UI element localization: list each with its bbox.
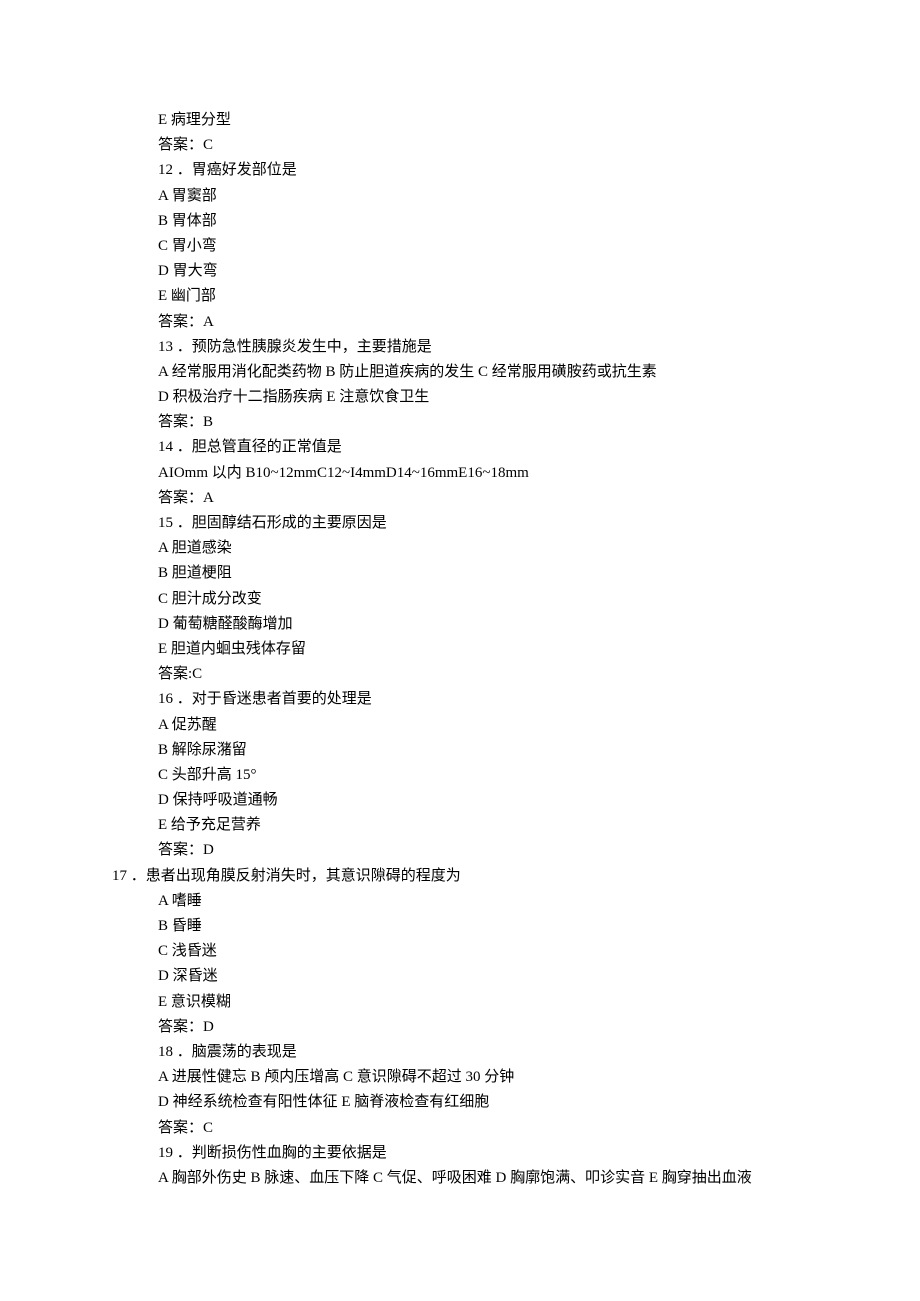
text-line: 13 ．预防急性胰腺炎发生中，主要措施是 [90,335,830,360]
text-line: A 嗜睡 [90,889,830,914]
text-line: 答案：D [90,1015,830,1040]
text-line: 答案：C [90,1116,830,1141]
text-line: A 促苏醒 [90,713,830,738]
text-line: C 胆汁成分改变 [90,587,830,612]
text-line: E 给予充足营养 [90,813,830,838]
text-line: 答案：A [90,486,830,511]
text-line: D 保持呼吸道通畅 [90,788,830,813]
text-line: 14 ．胆总管直径的正常值是 [90,435,830,460]
text-line: A 经常服用消化配类药物 B 防止胆道疾病的发生 C 经常服用磺胺药或抗生素 [90,360,830,385]
text-line: 12 ．胃癌好发部位是 [90,158,830,183]
text-line: D 胃大弯 [90,259,830,284]
text-line: C 胃小弯 [90,234,830,259]
text-line: 答案：B [90,410,830,435]
text-line: B 胆道梗阻 [90,561,830,586]
text-line: B 昏睡 [90,914,830,939]
text-line: 17 ．患者出现角膜反射消失时，其意识隙碍的程度为 [90,864,830,889]
text-content: E 病理分型答案：C12 ．胃癌好发部位是A 胃窦部B 胃体部C 胃小弯D 胃大… [90,108,830,1191]
text-line: A 进展性健忘 B 颅内压增高 C 意识隙碍不超过 30 分钟 [90,1065,830,1090]
text-line: 15 ．胆固醇结石形成的主要原因是 [90,511,830,536]
text-line: 18 ．脑震荡的表现是 [90,1040,830,1065]
text-line: D 深昏迷 [90,964,830,989]
text-line: AIOmm 以内 B10~12mmC12~I4mmD14~16mmE16~18m… [90,461,830,486]
document-page: E 病理分型答案：C12 ．胃癌好发部位是A 胃窦部B 胃体部C 胃小弯D 胃大… [0,0,920,1191]
text-line: 答案:C [90,662,830,687]
text-line: A 胆道感染 [90,536,830,561]
text-line: A 胃窦部 [90,184,830,209]
text-line: 19 ．判断损伤性血胸的主要依据是 [90,1141,830,1166]
text-line: E 胆道内蛔虫残体存留 [90,637,830,662]
text-line: 答案：A [90,310,830,335]
text-line: B 胃体部 [90,209,830,234]
text-line: B 解除尿潴留 [90,738,830,763]
text-line: 答案：C [90,133,830,158]
text-line: A 胸部外伤史 B 脉速、血压下降 C 气促、呼吸困难 D 胸廓饱满、叩诊实音 … [90,1166,830,1191]
text-line: C 浅昏迷 [90,939,830,964]
text-line: 16 ．对于昏迷患者首要的处理是 [90,687,830,712]
text-line: E 意识模糊 [90,990,830,1015]
text-line: D 积极治疗十二指肠疾病 E 注意饮食卫生 [90,385,830,410]
text-line: E 幽门部 [90,284,830,309]
text-line: D 葡萄糖醛酸酶增加 [90,612,830,637]
text-line: 答案：D [90,838,830,863]
text-line: D 神经系统检查有阳性体征 E 脑脊液检查有红细胞 [90,1090,830,1115]
text-line: E 病理分型 [90,108,830,133]
text-line: C 头部升高 15° [90,763,830,788]
